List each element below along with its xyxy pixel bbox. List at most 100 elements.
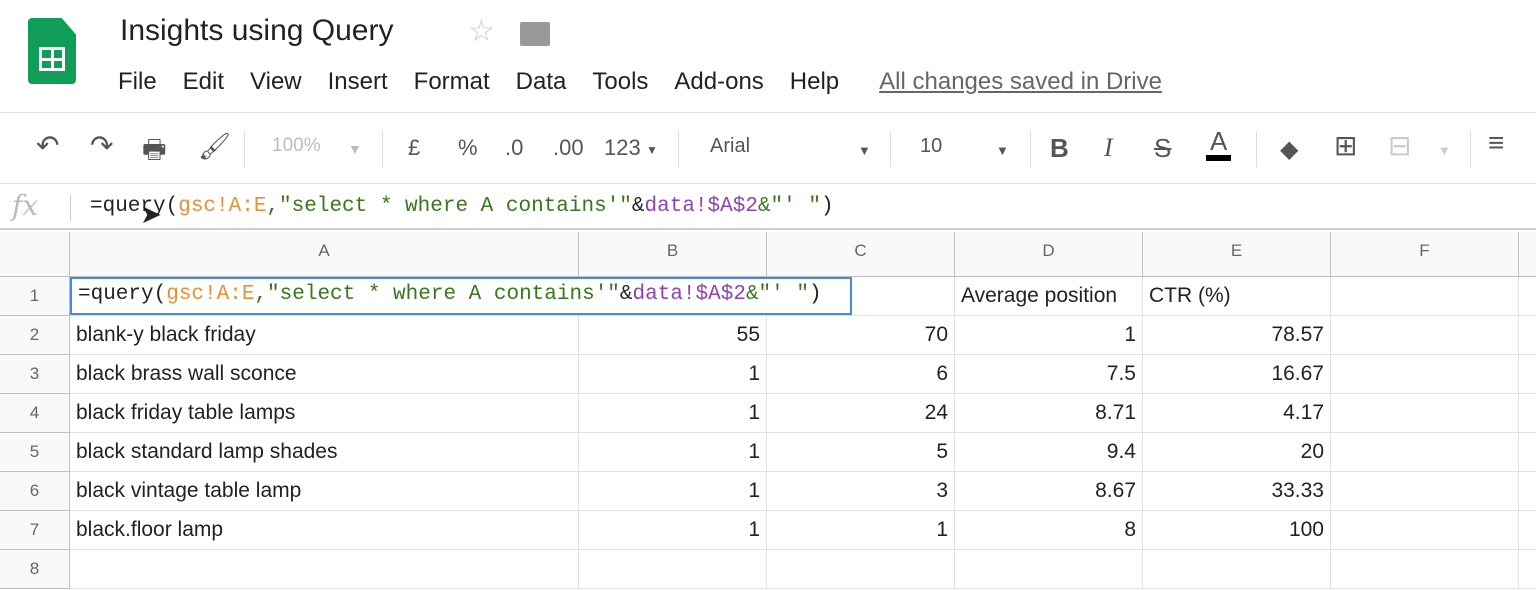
cell[interactable] <box>1519 433 1536 472</box>
cell[interactable]: 24 <box>767 394 955 433</box>
cell[interactable]: 3 <box>767 472 955 511</box>
row-header[interactable]: 2 <box>0 316 70 355</box>
sheets-logo[interactable] <box>28 18 76 84</box>
cell[interactable] <box>70 550 579 589</box>
cell[interactable] <box>1331 277 1519 316</box>
strikethrough-button[interactable]: S <box>1154 133 1171 164</box>
save-status-link[interactable]: All changes saved in Drive <box>879 68 1162 96</box>
cell[interactable]: black friday table lamps <box>70 394 579 433</box>
font-size-select[interactable]: 10 <box>920 135 942 158</box>
select-all-corner[interactable] <box>0 232 70 277</box>
cell[interactable] <box>955 550 1143 589</box>
cell[interactable] <box>1519 472 1536 511</box>
cell[interactable]: black vintage table lamp <box>70 472 579 511</box>
cell[interactable] <box>767 550 955 589</box>
cell[interactable] <box>1519 355 1536 394</box>
increase-decimal-button[interactable]: .00 <box>553 135 584 161</box>
cell[interactable] <box>1519 550 1536 589</box>
menu-data[interactable]: Data <box>516 68 567 96</box>
cell-editor-a1[interactable]: =query(gsc!A:E,"select * where A contain… <box>70 277 852 315</box>
row-header[interactable]: 5 <box>0 433 70 472</box>
cell[interactable]: 5 <box>767 433 955 472</box>
decrease-decimal-button[interactable]: .0 <box>505 135 523 161</box>
column-header-c[interactable]: C <box>767 232 955 277</box>
menu-tools[interactable]: Tools <box>592 68 648 96</box>
cell[interactable] <box>1519 511 1536 550</box>
cell[interactable]: black.floor lamp <box>70 511 579 550</box>
zoom-select[interactable]: 100% <box>272 135 321 157</box>
cell[interactable] <box>1143 550 1331 589</box>
cell[interactable]: CTR (%) <box>1143 277 1331 316</box>
font-select[interactable]: Arial <box>710 135 750 158</box>
cell[interactable]: 16.67 <box>1143 355 1331 394</box>
column-header-g[interactable] <box>1519 232 1536 277</box>
borders-icon[interactable]: ⊞ <box>1334 129 1357 162</box>
align-left-icon[interactable]: ≡ <box>1488 127 1504 159</box>
cell[interactable]: 4.17 <box>1143 394 1331 433</box>
currency-button[interactable]: £ <box>408 135 420 161</box>
percent-button[interactable]: % <box>458 135 478 161</box>
cell[interactable] <box>1331 355 1519 394</box>
cell[interactable]: blank-y black friday <box>70 316 579 355</box>
cell[interactable] <box>1519 394 1536 433</box>
italic-button[interactable]: I <box>1104 133 1113 163</box>
print-icon[interactable]: 🖶 <box>142 131 167 175</box>
formula-input[interactable]: =query(gsc!A:E,"select * where A contain… <box>90 195 834 218</box>
column-header-f[interactable]: F <box>1331 232 1519 277</box>
cell[interactable]: 1 <box>767 511 955 550</box>
cell[interactable]: 9.4 <box>955 433 1143 472</box>
row-header[interactable]: 7 <box>0 511 70 550</box>
cell[interactable]: 1 <box>579 355 767 394</box>
merge-cells-icon[interactable]: ⊟ <box>1388 129 1411 162</box>
cell[interactable]: 33.33 <box>1143 472 1331 511</box>
column-header-d[interactable]: D <box>955 232 1143 277</box>
text-color-button[interactable]: A <box>1206 127 1232 161</box>
cell[interactable] <box>1331 316 1519 355</box>
row-header[interactable]: 4 <box>0 394 70 433</box>
cell[interactable]: black standard lamp shades <box>70 433 579 472</box>
cell[interactable]: 8 <box>955 511 1143 550</box>
column-header-b[interactable]: B <box>579 232 767 277</box>
folder-icon[interactable] <box>520 22 550 46</box>
menu-view[interactable]: View <box>250 68 302 96</box>
cell[interactable]: 1 <box>579 472 767 511</box>
cell[interactable]: 7.5 <box>955 355 1143 394</box>
cell[interactable]: 1 <box>579 433 767 472</box>
cell[interactable]: 8.67 <box>955 472 1143 511</box>
cell[interactable] <box>579 550 767 589</box>
cell[interactable]: 100 <box>1143 511 1331 550</box>
menu-insert[interactable]: Insert <box>328 68 388 96</box>
cell[interactable]: black brass wall sconce <box>70 355 579 394</box>
column-header-e[interactable]: E <box>1143 232 1331 277</box>
cell[interactable]: 8.71 <box>955 394 1143 433</box>
menu-format[interactable]: Format <box>414 68 490 96</box>
paint-format-icon[interactable]: 🖌 <box>198 131 231 162</box>
more-formats-button[interactable]: 123 <box>604 135 641 161</box>
cell[interactable] <box>1331 394 1519 433</box>
menu-addons[interactable]: Add-ons <box>674 68 763 96</box>
row-header[interactable]: 3 <box>0 355 70 394</box>
redo-icon[interactable]: ↷ <box>90 129 113 162</box>
menu-edit[interactable]: Edit <box>183 68 224 96</box>
cell[interactable] <box>1519 316 1536 355</box>
cell[interactable]: 6 <box>767 355 955 394</box>
star-icon[interactable]: ☆ <box>468 14 495 49</box>
cell[interactable] <box>1331 550 1519 589</box>
menu-file[interactable]: File <box>118 68 157 96</box>
fill-color-icon[interactable]: ◆ <box>1280 135 1298 164</box>
row-header[interactable]: 6 <box>0 472 70 511</box>
cell[interactable]: 55 <box>579 316 767 355</box>
cell[interactable] <box>1331 511 1519 550</box>
column-header-a[interactable]: A <box>70 232 579 277</box>
undo-icon[interactable]: ↶ <box>36 129 59 162</box>
bold-button[interactable]: B <box>1050 133 1069 164</box>
menu-help[interactable]: Help <box>790 68 839 96</box>
cell[interactable] <box>1331 472 1519 511</box>
cell[interactable]: 20 <box>1143 433 1331 472</box>
cell[interactable]: Average position <box>955 277 1143 316</box>
cell[interactable]: 1 <box>955 316 1143 355</box>
cell[interactable] <box>1331 433 1519 472</box>
cell[interactable]: 70 <box>767 316 955 355</box>
cell[interactable]: 1 <box>579 511 767 550</box>
cell[interactable] <box>1519 277 1536 316</box>
